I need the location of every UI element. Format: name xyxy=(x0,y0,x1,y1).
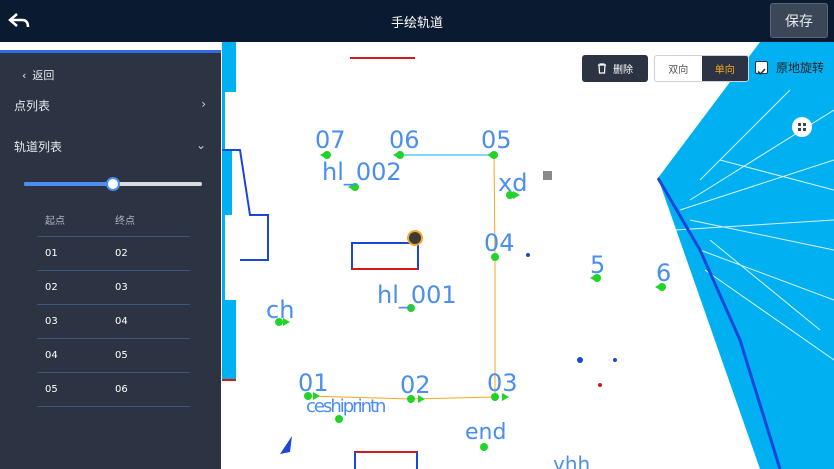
header-start: 起点 xyxy=(45,216,65,227)
point-label[interactable]: 03 xyxy=(487,369,518,397)
top-bar: 手绘轨道 保存 xyxy=(0,0,834,42)
panel-back-button[interactable]: ‹ 返回 xyxy=(22,67,54,83)
cell-end: 06 xyxy=(115,384,128,395)
point-label[interactable]: ch xyxy=(266,296,294,324)
robot-marker xyxy=(543,171,552,180)
save-button[interactable]: 保存 xyxy=(770,3,828,38)
unidirectional-option[interactable]: 单向 xyxy=(701,56,748,81)
chevron-down-icon: ⌄ xyxy=(195,138,206,152)
track-table: 起点 终点 01 02 02 03 03 04 04 05 05 06 xyxy=(37,203,190,407)
trash-icon xyxy=(598,63,606,74)
page-title: 手绘轨道 xyxy=(390,16,443,31)
grid-button[interactable] xyxy=(792,117,812,137)
table-row[interactable]: 01 02 xyxy=(37,237,190,271)
cell-start: 01 xyxy=(45,248,58,259)
point-label[interactable]: 07 xyxy=(315,126,346,154)
rotate-label: 原地旋转 xyxy=(776,61,825,75)
rotate-checkbox[interactable] xyxy=(755,61,768,76)
cell-start: 02 xyxy=(45,282,58,293)
point-list-toggle[interactable]: 点列表 › xyxy=(14,97,208,115)
table-row[interactable]: 02 03 xyxy=(37,271,190,305)
scatter-dot xyxy=(598,383,602,387)
grid-icon xyxy=(798,123,806,131)
cell-end: 03 xyxy=(115,282,128,293)
point-label[interactable]: 05 xyxy=(481,126,512,154)
track-list-label: 轨道列表 xyxy=(14,140,63,154)
chevron-left-icon: ‹ xyxy=(22,68,27,82)
scan-area-right xyxy=(658,42,834,469)
point-label[interactable]: hl_002 xyxy=(322,158,402,186)
bidirectional-option[interactable]: 双向 xyxy=(655,56,702,81)
cell-start: 05 xyxy=(45,384,58,395)
check-icon xyxy=(757,68,766,76)
table-row[interactable]: 04 05 xyxy=(37,339,190,373)
cell-start: 04 xyxy=(45,350,58,361)
direction-toggle: 双向 单向 xyxy=(654,55,749,82)
point-label[interactable]: yhh xyxy=(553,452,590,469)
point-label[interactable]: hl_001 xyxy=(377,281,457,309)
point-label[interactable]: 06 xyxy=(389,126,420,154)
point-label[interactable]: ceshiprintn xyxy=(306,396,386,417)
track-list-toggle[interactable]: 轨道列表 ⌄ xyxy=(14,138,208,156)
cell-start: 03 xyxy=(45,316,58,327)
point-label[interactable]: 5 xyxy=(590,251,605,279)
scatter-dot xyxy=(526,253,530,257)
bottom-box xyxy=(354,451,418,469)
location-pin-icon xyxy=(407,230,423,246)
point-label[interactable]: 6 xyxy=(656,259,671,287)
scatter-dot xyxy=(577,357,583,363)
table-row[interactable]: 05 06 xyxy=(37,373,190,407)
table-header: 起点 终点 xyxy=(37,203,190,237)
scan-area-left xyxy=(222,42,236,380)
cursor-arrow-icon xyxy=(280,436,292,454)
track-lines xyxy=(304,154,496,400)
obstacle-box xyxy=(351,242,419,270)
delete-label: 删除 xyxy=(613,65,633,76)
slider-fill xyxy=(24,182,113,186)
panel-back-label: 返回 xyxy=(32,69,55,82)
track-slider[interactable] xyxy=(24,177,202,191)
chevron-right-icon: › xyxy=(201,97,206,111)
table-row[interactable]: 03 04 xyxy=(37,305,190,339)
point-label[interactable]: 04 xyxy=(484,229,515,257)
cell-end: 02 xyxy=(115,248,128,259)
delete-button[interactable]: 删除 xyxy=(582,55,648,82)
point-label[interactable]: 01 xyxy=(298,369,329,397)
slider-knob[interactable] xyxy=(106,177,120,191)
cell-end: 05 xyxy=(115,350,128,361)
header-end: 终点 xyxy=(115,216,135,227)
scatter-dot xyxy=(613,358,617,362)
cell-end: 04 xyxy=(115,316,128,327)
side-panel: ‹ 返回 点列表 › 轨道列表 ⌄ 起点 终点 01 02 02 03 03 04 0… xyxy=(0,50,221,469)
point-label[interactable]: end xyxy=(465,420,506,445)
point-label[interactable]: 02 xyxy=(400,371,431,399)
point-list-label: 点列表 xyxy=(14,99,51,113)
point-label[interactable]: xd xyxy=(498,169,527,197)
